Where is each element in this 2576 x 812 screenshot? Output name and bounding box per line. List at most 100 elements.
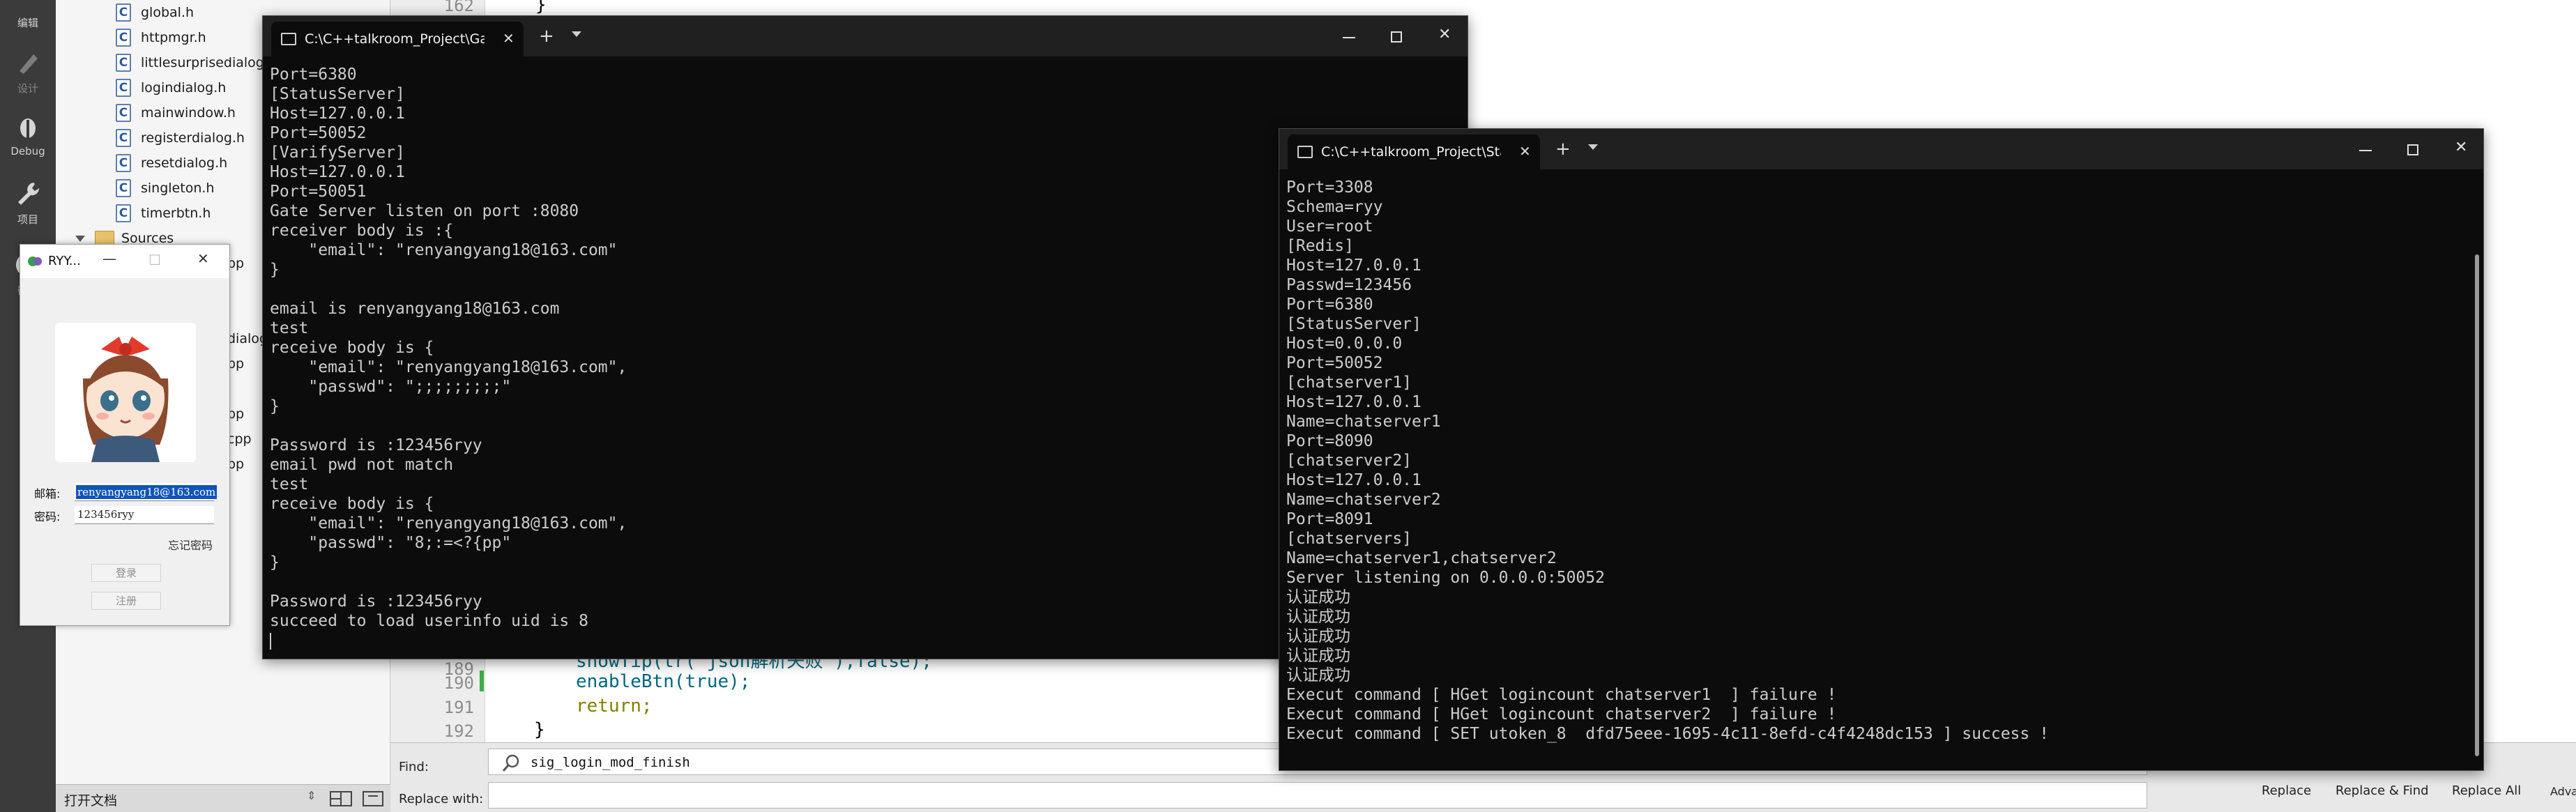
tree-item-singleton-h[interactable]: Csingleton.h <box>116 177 214 199</box>
cpp-header-icon: C <box>116 79 131 97</box>
terminal-titlebar[interactable]: C:\C++talkroom_Project\Statu ✕ + ✕ <box>1279 129 2483 169</box>
terminal-line: Port=8091 <box>1286 510 1373 528</box>
terminal-line: Password is :123456ryy <box>270 592 482 611</box>
terminal-line: [VarifyServer] <box>270 144 405 162</box>
split-icon[interactable] <box>329 790 353 808</box>
maximize-icon[interactable]: ☐ <box>148 252 161 268</box>
minimize-icon[interactable] <box>1343 37 1355 38</box>
terminal-output[interactable]: Port=6380 [StatusServer] Host=127.0.0.1 Por… <box>270 65 1452 659</box>
login-button[interactable]: 登录 <box>91 564 161 582</box>
tree-item-label: logindialog.h <box>141 80 227 95</box>
terminal-line: Name=chatserver1,chatserver2 <box>1286 549 1557 567</box>
terminal-line: Execut command [ HGet logincount chatser… <box>1286 705 1837 723</box>
mode-projects[interactable]: 项目 <box>0 180 56 227</box>
chevron-down-icon <box>75 235 85 242</box>
close-tab-icon[interactable]: ✕ <box>503 30 515 47</box>
tab-dropdown-icon[interactable] <box>1588 144 1598 150</box>
terminal-line: email pwd not match <box>270 456 454 474</box>
terminal-titlebar[interactable]: C:\C++talkroom_Project\Gate! ✕ + ✕ <box>263 16 1468 56</box>
tree-item-resetdialog-h[interactable]: Cresetdialog.h <box>116 152 227 174</box>
close-icon[interactable]: ✕ <box>1438 26 1451 43</box>
avatar-illustration <box>55 323 196 462</box>
app-icon <box>28 256 42 266</box>
scrollbar[interactable] <box>2475 254 2479 756</box>
terminal-line: 认证成功 <box>1286 608 1350 626</box>
status-server-terminal: C:\C++talkroom_Project\Statu ✕ + ✕ Port=… <box>1279 128 2484 771</box>
mode-edit[interactable]: 编辑 <box>0 15 56 30</box>
terminal-line: Host=127.0.0.1 <box>1286 393 1422 411</box>
close-pane-icon[interactable] <box>361 790 385 808</box>
tree-item-registerdialog-h[interactable]: Cregisterdialog.h <box>116 127 245 149</box>
tree-item-partial[interactable]: cpp <box>227 428 252 450</box>
terminal-line: receive body is { <box>270 495 434 513</box>
terminal-line: Port=8090 <box>1286 432 1373 450</box>
tree-item-logindialog-h[interactable]: Clogindialog.h <box>116 77 226 99</box>
cpp-header-icon: C <box>116 54 131 72</box>
terminal-tab[interactable]: C:\C++talkroom_Project\Statu ✕ <box>1288 135 1540 169</box>
terminal-line: Port=50052 <box>1286 354 1383 372</box>
forgot-password-link[interactable]: 忘记密码 <box>168 536 213 553</box>
close-tab-icon[interactable]: ✕ <box>1519 143 1531 160</box>
login-window-title: RYY... <box>48 254 81 268</box>
maximize-icon[interactable] <box>1391 31 1402 43</box>
tree-item-littlesurprisedialog-h[interactable]: Clittlesurprisedialog.h <box>116 52 277 74</box>
replace-all-button[interactable]: Replace All <box>2452 783 2521 798</box>
terminal-line: Port=50052 <box>270 124 367 142</box>
terminal-line: 认证成功 <box>1286 627 1350 645</box>
replace-and-find-button[interactable]: Replace & Find <box>2335 783 2429 798</box>
updown-arrow-icon[interactable]: ⇕ <box>307 789 316 802</box>
mode-design[interactable]: 设计 <box>0 49 56 95</box>
cpp-header-icon: C <box>116 154 131 172</box>
terminal-line: User=root <box>1286 217 1373 236</box>
cpp-header-icon: C <box>116 29 131 47</box>
tab-dropdown-icon[interactable] <box>572 31 581 37</box>
close-icon[interactable]: ✕ <box>2455 139 2467 156</box>
replace-button[interactable]: Replace <box>2262 783 2311 798</box>
terminal-line: 认证成功 <box>1286 647 1350 665</box>
tree-item-label: resetdialog.h <box>141 155 228 171</box>
find-input-value: sig_login_mod_finish <box>531 755 690 770</box>
terminal-line: test <box>270 319 309 337</box>
terminal-line: Gate Server listen on port :8080 <box>270 202 579 220</box>
terminal-line: } <box>270 553 280 572</box>
cpp-header-icon: C <box>116 204 131 222</box>
tree-item-mainwindow-h[interactable]: Cmainwindow.h <box>116 102 236 124</box>
tree-item-label: timerbtn.h <box>141 206 211 221</box>
email-field[interactable]: renyangyang18@163.com <box>75 483 218 501</box>
close-icon[interactable]: ✕ <box>197 250 209 267</box>
terminal-tab[interactable]: C:\C++talkroom_Project\Gate! ✕ <box>271 22 524 56</box>
find-label: Find: <box>399 760 429 774</box>
terminal-line: email is renyangyang18@163.com <box>270 300 560 318</box>
login-titlebar[interactable]: RYY... — ☐ ✕ <box>20 245 229 278</box>
maximize-icon[interactable] <box>2407 144 2418 155</box>
tree-item-global-h[interactable]: Cglobal.h <box>116 1 194 24</box>
replace-input[interactable] <box>488 782 2147 809</box>
minimize-icon[interactable] <box>2359 150 2372 151</box>
terminal-line: Port=50051 <box>270 183 367 201</box>
terminal-line: [chatserver2] <box>1286 452 1412 470</box>
minimize-icon[interactable]: — <box>102 250 116 267</box>
terminal-line: Password is :123456ryy <box>270 436 482 454</box>
register-button[interactable]: 注册 <box>91 592 161 610</box>
terminal-line: "email": "renyangyang18@163.com", <box>270 514 627 533</box>
terminal-line: Port=6380 <box>270 66 357 84</box>
terminal-line: test <box>270 475 309 493</box>
open-documents-selector[interactable]: 打开文档 <box>64 790 117 809</box>
new-tab-icon[interactable]: + <box>1555 139 1571 160</box>
terminal-line: } <box>270 261 280 279</box>
email-label: 邮箱: <box>34 487 61 500</box>
password-field[interactable]: 123456ryy <box>75 506 214 524</box>
mode-debug[interactable]: Debug <box>0 113 56 158</box>
tree-item-label: mainwindow.h <box>141 105 236 121</box>
terminal-line: Host=127.0.0.1 <box>1286 256 1422 275</box>
terminal-line: 认证成功 <box>1286 588 1350 606</box>
code-line: } <box>534 719 545 740</box>
tree-item-timerbtn-h[interactable]: Ctimerbtn.h <box>116 202 211 224</box>
design-icon <box>20 54 38 74</box>
advanced-button[interactable]: Adva <box>2550 785 2576 798</box>
new-tab-icon[interactable]: + <box>539 26 554 47</box>
text-cursor <box>270 632 271 650</box>
terminal-output[interactable]: Port=3308 Schema=ryy User=root [Redis] Host=… <box>1286 178 2468 770</box>
tree-item-httpmgr-h[interactable]: Chttpmgr.h <box>116 26 206 49</box>
